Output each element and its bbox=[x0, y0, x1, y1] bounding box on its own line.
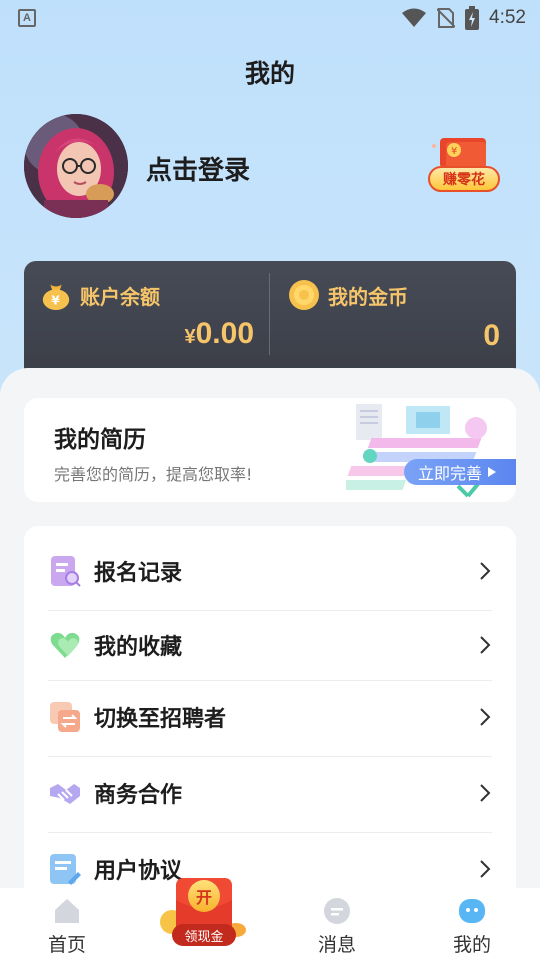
nav-home[interactable]: 首页 bbox=[17, 888, 117, 960]
chevron-right-icon bbox=[480, 708, 491, 726]
page-title: 我的 bbox=[244, 59, 295, 88]
document-search-icon bbox=[48, 554, 82, 588]
switch-icon bbox=[48, 700, 82, 734]
resume-illustration bbox=[346, 404, 487, 498]
chevron-right-icon bbox=[480, 784, 491, 802]
message-icon bbox=[324, 898, 350, 924]
wifi-icon bbox=[402, 8, 427, 27]
avatar[interactable] bbox=[24, 114, 128, 218]
bottom-nav: 首页 消息 我的 bbox=[0, 888, 540, 960]
menu-item-favorites[interactable]: 我的收藏 bbox=[48, 628, 492, 662]
agreement-icon bbox=[48, 852, 82, 886]
menu-item-switch-to-recruiter[interactable]: 切换至招聘者 bbox=[48, 700, 492, 734]
cash-badge-label: 领现金 bbox=[172, 924, 236, 946]
gold-coin-icon bbox=[288, 279, 320, 311]
resume-subtitle: 完善您的简历，提高您取率! bbox=[54, 465, 253, 484]
account-balance-title[interactable]: ¥ 账户余额 bbox=[40, 279, 160, 311]
get-cash-button[interactable]: 开 领现金 bbox=[160, 876, 250, 950]
chevron-right-icon bbox=[480, 860, 491, 878]
my-coins-title[interactable]: 我的金币 bbox=[288, 279, 408, 311]
account-balance-value: ¥0.00 bbox=[184, 317, 254, 350]
menu-divider bbox=[48, 756, 492, 757]
svg-text:¥: ¥ bbox=[451, 146, 457, 157]
status-bar: A 4:52 bbox=[0, 0, 540, 36]
home-icon bbox=[55, 899, 79, 923]
play-arrow-icon bbox=[488, 467, 496, 477]
earn-label: 赚零花 bbox=[428, 166, 500, 192]
my-coins-label: 我的金币 bbox=[328, 284, 408, 309]
resume-title: 我的简历 bbox=[54, 427, 146, 453]
no-sim-icon bbox=[437, 8, 456, 28]
menu-item-business-cooperation[interactable]: 商务合作 bbox=[48, 776, 492, 810]
balance-divider bbox=[269, 273, 270, 355]
complete-resume-button[interactable]: 立即完善 bbox=[403, 459, 516, 485]
menu-label: 我的收藏 bbox=[94, 635, 183, 660]
menu-label: 商务合作 bbox=[94, 783, 183, 808]
svg-text:¥: ¥ bbox=[51, 293, 60, 307]
notification-a-icon: A bbox=[18, 9, 36, 27]
nav-mine[interactable]: 我的 bbox=[422, 888, 522, 960]
earn-pocket-money-button[interactable]: ¥ 赚零花 bbox=[424, 136, 504, 196]
chevron-right-icon bbox=[480, 562, 491, 580]
account-balance-label: 账户余额 bbox=[80, 284, 160, 309]
nav-messages[interactable]: 消息 bbox=[287, 888, 387, 960]
menu-divider bbox=[48, 832, 492, 833]
mine-face-icon bbox=[459, 899, 485, 923]
nav-messages-label: 消息 bbox=[317, 934, 356, 956]
handshake-icon bbox=[48, 776, 82, 810]
money-bag-icon: ¥ bbox=[40, 279, 72, 311]
battery-charging-icon bbox=[465, 6, 480, 30]
menu-label: 用户协议 bbox=[94, 859, 183, 884]
menu-item-user-agreement[interactable]: 用户协议 bbox=[48, 852, 492, 886]
resume-card[interactable]: 我的简历 完善您的简历，提高您取率! 立即完善 bbox=[24, 398, 516, 502]
menu-label: 报名记录 bbox=[94, 561, 183, 586]
my-coins-value: 0 bbox=[483, 319, 500, 352]
open-coin: 开 bbox=[188, 880, 220, 912]
menu-divider bbox=[48, 680, 492, 681]
menu-item-signup-records[interactable]: 报名记录 bbox=[48, 554, 492, 588]
heart-icon bbox=[48, 628, 82, 662]
status-time: 4:52 bbox=[489, 7, 526, 28]
menu-label: 切换至招聘者 bbox=[94, 707, 227, 732]
chevron-right-icon bbox=[480, 636, 491, 654]
login-link[interactable]: 点击登录 bbox=[146, 150, 250, 187]
menu-card: 报名记录 我的收藏 切换至招聘者 商务合作 用户协议 bbox=[24, 526, 516, 926]
nav-mine-label: 我的 bbox=[452, 934, 491, 956]
nav-home-label: 首页 bbox=[47, 934, 86, 956]
menu-divider bbox=[48, 610, 492, 611]
